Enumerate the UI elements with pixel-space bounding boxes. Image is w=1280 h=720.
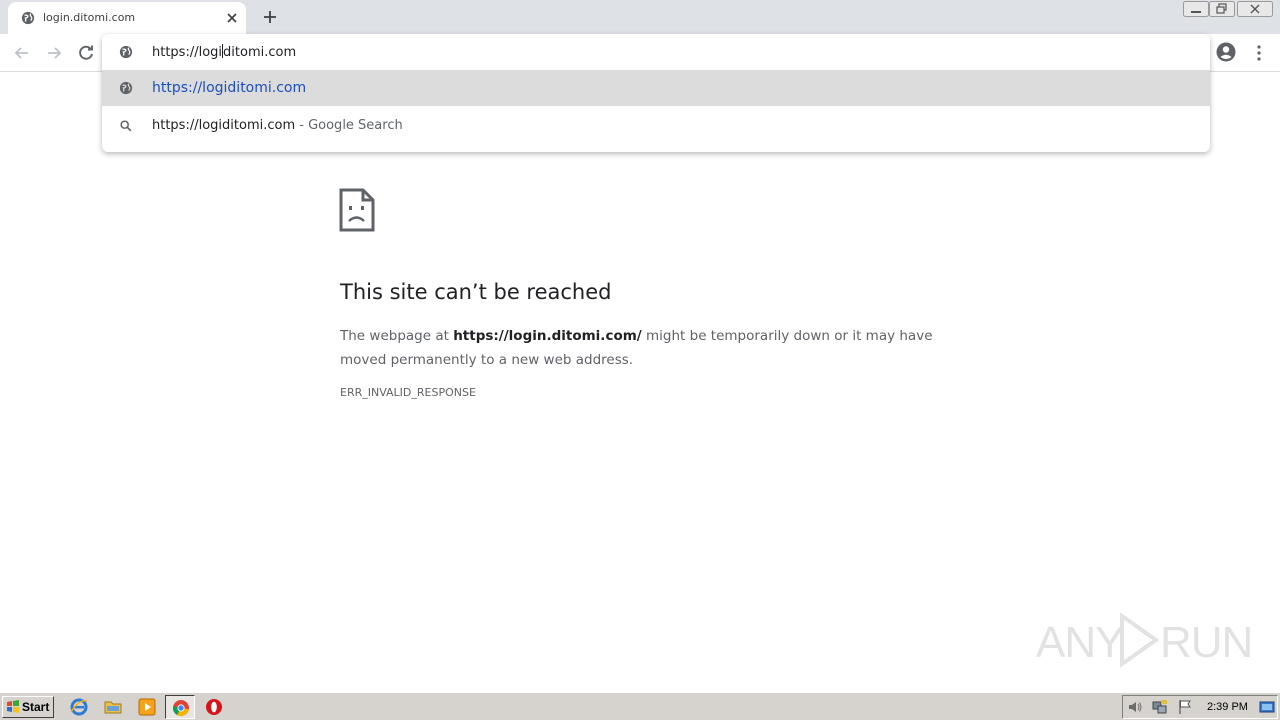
- omnibox-input[interactable]: https://logiditomi.com: [102, 34, 1210, 70]
- plus-icon[interactable]: [261, 8, 279, 26]
- globe-icon: [119, 81, 133, 95]
- more-vertical-icon[interactable]: [1250, 42, 1268, 64]
- sad-page-icon: [339, 188, 375, 232]
- system-tray: 2:39 PM: [1122, 695, 1278, 719]
- omnibox-popup: https://logiditomi.com https://logiditom…: [102, 34, 1210, 152]
- search-icon: [120, 120, 132, 132]
- tab-strip: login.ditomi.com: [0, 0, 1280, 34]
- clock[interactable]: 2:39 PM: [1207, 701, 1248, 713]
- omnibox-text[interactable]: https://logiditomi.com: [152, 44, 296, 60]
- omnibox-suggestion-url[interactable]: https://logiditomi.com: [102, 70, 1210, 106]
- account-circle-icon[interactable]: [1215, 41, 1237, 63]
- globe-icon: [119, 45, 133, 59]
- taskbar-chrome-button[interactable]: [165, 695, 195, 719]
- windows-logo-icon: [7, 700, 19, 713]
- play-logo-icon: [1120, 612, 1160, 668]
- media-player-icon[interactable]: [137, 697, 157, 717]
- close-icon[interactable]: [224, 10, 240, 26]
- watermark-right: RUN: [1160, 618, 1253, 667]
- arrow-right-icon[interactable]: [43, 42, 65, 64]
- omnibox-suggestion-search[interactable]: https://logiditomi.com - Google Search: [102, 108, 1210, 144]
- network-icon[interactable]: [1152, 699, 1168, 715]
- arrow-left-icon[interactable]: [11, 42, 33, 64]
- tab-title: login.ditomi.com: [43, 11, 136, 24]
- suggestion-url: https://logiditomi.com: [152, 80, 307, 96]
- flag-icon[interactable]: [1177, 699, 1193, 715]
- maximize-icon[interactable]: [1209, 1, 1235, 17]
- start-button[interactable]: Start: [2, 696, 54, 718]
- error-description: The webpage at https://login.ditomi.com/…: [340, 328, 933, 368]
- folder-icon[interactable]: [103, 697, 123, 717]
- error-code: ERR_INVALID_RESPONSE: [340, 386, 476, 399]
- reload-icon[interactable]: [75, 42, 97, 64]
- show-desktop-icon[interactable]: [1259, 699, 1275, 715]
- error-title: This site can’t be reached: [340, 280, 612, 304]
- browser-tab[interactable]: login.ditomi.com: [8, 2, 246, 34]
- opera-icon[interactable]: [204, 697, 224, 717]
- close-icon[interactable]: [1237, 1, 1273, 17]
- start-label: Start: [22, 700, 50, 714]
- minimize-icon[interactable]: [1183, 1, 1209, 17]
- error-url: https://login.ditomi.com/: [453, 328, 642, 344]
- windows-taskbar: Start 2:39 PM: [0, 692, 1280, 720]
- watermark-left: ANY: [1036, 618, 1124, 667]
- chrome-icon: [172, 700, 189, 717]
- anyrun-watermark: ANY RUN: [1036, 608, 1253, 672]
- globe-icon: [21, 11, 35, 25]
- internet-explorer-icon[interactable]: [69, 697, 89, 717]
- suggestion-search-text: https://logiditomi.com - Google Search: [152, 118, 403, 133]
- volume-icon[interactable]: [1127, 699, 1143, 715]
